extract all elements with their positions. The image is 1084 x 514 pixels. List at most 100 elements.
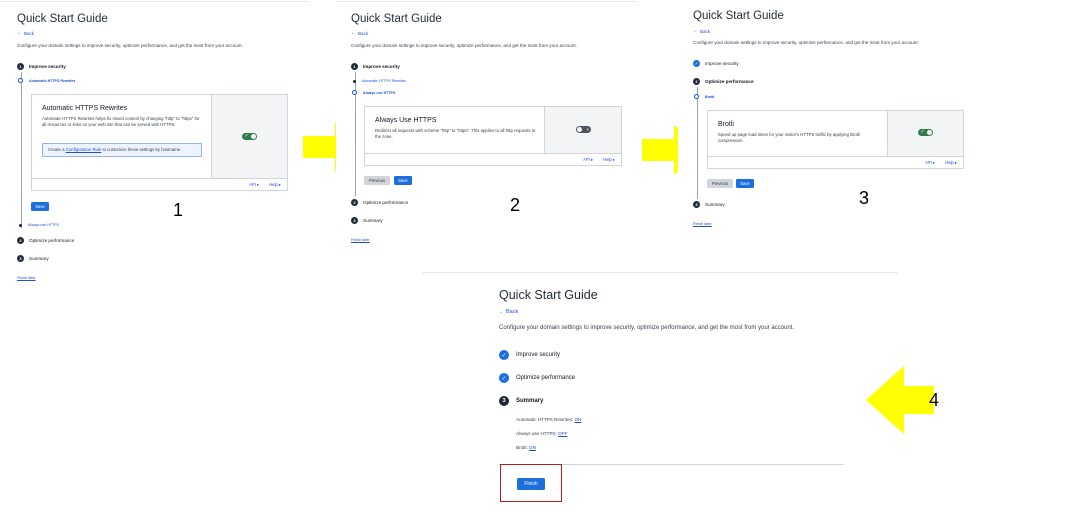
summary-always-https: Always use HTTPS: OFF xyxy=(516,431,567,436)
card-description: Redirect all requests with scheme "http"… xyxy=(375,128,536,139)
api-link[interactable]: API ▸ xyxy=(925,160,935,165)
help-label: Help xyxy=(603,157,612,162)
chevron-right-icon: ▸ xyxy=(256,182,260,187)
step-label: Summary xyxy=(29,256,49,261)
step-number: 1 xyxy=(17,63,24,70)
back-link[interactable]: ← Back xyxy=(499,309,518,315)
summary-value[interactable]: OFF xyxy=(558,431,567,436)
step-label: Optimize performance xyxy=(705,79,754,84)
help-link[interactable]: Help ▸ xyxy=(269,182,281,187)
step-number: 3 xyxy=(17,255,24,262)
substep-ring-icon xyxy=(352,90,357,95)
step-label: Improve security xyxy=(363,64,400,69)
summary-value[interactable]: ON xyxy=(574,417,581,422)
step-improve-security[interactable]: ✓ Improve security xyxy=(693,60,739,67)
summary-value[interactable]: ON xyxy=(529,445,536,450)
step-summary[interactable]: 3 Summary xyxy=(17,255,49,262)
previous-button[interactable]: Previous xyxy=(707,179,733,188)
step-improve-security[interactable]: ✓ Improve security xyxy=(499,350,560,360)
substep-brotli[interactable]: Brotli xyxy=(694,94,714,99)
page-title: Quick Start Guide xyxy=(351,13,442,25)
check-icon: ✓ xyxy=(499,350,509,360)
step-label: Improve security xyxy=(516,352,561,358)
save-button[interactable]: Save xyxy=(736,179,754,188)
toggle-knob xyxy=(577,127,582,132)
automatic-https-toggle[interactable]: ✓ xyxy=(242,133,257,140)
help-label: Help xyxy=(269,182,278,187)
previous-button[interactable]: Previous xyxy=(364,176,390,185)
arrow-left-icon: ← xyxy=(17,30,22,36)
step-label: Improve security xyxy=(705,61,739,66)
help-link[interactable]: Help ▸ xyxy=(603,157,615,162)
step-optimize-performance[interactable]: 2 Optimize performance xyxy=(17,237,74,244)
note-suffix: to customize these settings by hostname. xyxy=(101,147,182,152)
card-footer: API ▸ Help ▸ xyxy=(708,156,963,168)
step-connector xyxy=(696,87,698,199)
step-optimize-performance[interactable]: ✓ Optimize performance xyxy=(499,373,575,383)
divider xyxy=(422,272,898,273)
step-improve-security[interactable]: 1 Improve security xyxy=(351,63,400,70)
substep-automatic-https[interactable]: Automatic HTTPS Rewrites xyxy=(18,78,75,83)
substep-automatic-https[interactable]: Automatic HTTPS Rewrites xyxy=(352,79,406,83)
card-title: Brotli xyxy=(718,121,734,128)
annotation-number: 3 xyxy=(859,188,870,208)
back-label: Back xyxy=(358,30,369,36)
page-description: Configure your domain settings to improv… xyxy=(693,40,919,45)
config-rule-note: Create a Configuration Rule to customize… xyxy=(42,143,202,157)
card-footer: API ▸ Help ▸ xyxy=(32,178,287,190)
substep-always-https[interactable]: Always use HTTPS xyxy=(352,90,395,95)
finish-button[interactable]: Finish xyxy=(517,478,545,490)
step-number: 2 xyxy=(17,237,24,244)
summary-automatic-https: Automatic HTTPS Rewrites: ON xyxy=(516,417,581,422)
back-link[interactable]: ← Back xyxy=(17,30,34,36)
substep-label: Always use HTTPS xyxy=(363,90,396,95)
api-label: API xyxy=(583,157,590,162)
api-label: API xyxy=(249,182,256,187)
summary-label: Always use HTTPS: xyxy=(516,431,559,436)
back-link[interactable]: ← Back xyxy=(693,28,710,34)
step-label: Summary xyxy=(516,398,544,404)
step-optimize-performance[interactable]: 2 Optimize performance xyxy=(351,199,408,206)
step-summary[interactable]: 3 Summary xyxy=(693,201,725,208)
check-icon: ✓ xyxy=(693,60,700,67)
always-https-toggle[interactable]: × xyxy=(576,126,591,133)
step-number: 3 xyxy=(693,201,700,208)
substep-label: Automatic HTTPS Rewrites xyxy=(29,78,76,83)
substep-always-https[interactable]: Always use HTTPS xyxy=(18,223,59,227)
step-label: Optimize performance xyxy=(363,200,409,205)
save-button[interactable]: Save xyxy=(394,176,412,185)
page-description: Configure your domain settings to improv… xyxy=(17,43,243,48)
back-link[interactable]: ← Back xyxy=(351,30,368,36)
page-description: Configure your domain settings to improv… xyxy=(499,325,795,331)
brotli-toggle[interactable]: ✓ xyxy=(918,129,933,136)
step-improve-security[interactable]: 1 Improve security xyxy=(17,63,66,70)
substep-label: Brotli xyxy=(705,94,715,99)
step-optimize-performance[interactable]: 2 Optimize performance xyxy=(693,78,754,85)
check-icon: ✓ xyxy=(244,133,249,139)
panel-step-1: Quick Start Guide ← Back Configure your d… xyxy=(0,0,308,300)
annotation-number: 4 xyxy=(929,390,940,410)
arrow-left-icon: ← xyxy=(693,28,698,34)
step-summary[interactable]: 3 Summary xyxy=(351,217,383,224)
save-button[interactable]: Save xyxy=(31,202,49,211)
arrow-left-icon: ← xyxy=(351,30,356,36)
help-link[interactable]: Help ▸ xyxy=(945,160,957,165)
finish-later-link[interactable]: Finish later xyxy=(351,238,370,242)
step-label: Summary xyxy=(705,202,725,207)
setting-card-brotli: Brotli Speed up page load times for your… xyxy=(707,110,964,169)
back-label: Back xyxy=(700,28,711,34)
panel-step-2: Quick Start Guide ← Back Configure your d… xyxy=(336,0,636,260)
step-summary[interactable]: 3 Summary xyxy=(499,396,543,406)
substep-dot-icon xyxy=(353,79,356,83)
configuration-rule-link[interactable]: Configuration Rule xyxy=(66,147,102,152)
chevron-right-icon: ▸ xyxy=(612,157,615,162)
substep-label: Automatic HTTPS Rewrites xyxy=(362,79,406,83)
finish-later-link[interactable]: Finish later xyxy=(693,222,712,226)
panel-step-4: Quick Start Guide ← Back Configure your d… xyxy=(422,272,898,514)
finish-later-link[interactable]: Finish later xyxy=(17,276,36,280)
note-prefix: Create a xyxy=(48,147,66,152)
api-link[interactable]: API ▸ xyxy=(583,157,593,162)
api-link[interactable]: API ▸ xyxy=(249,182,259,187)
step-label: Improve security xyxy=(29,64,66,69)
summary-brotli: Brotli: ON xyxy=(516,445,536,450)
